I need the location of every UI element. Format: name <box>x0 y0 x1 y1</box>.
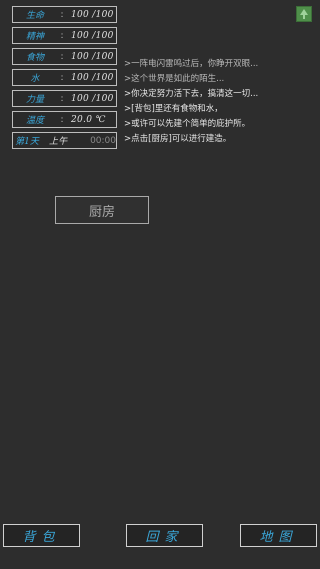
log-line: >点击[厨房]可以进行建造。 <box>124 134 232 144</box>
stat-value: 100 /100 <box>71 9 114 20</box>
stat-health: 生命 : 100 /100 <box>12 6 117 23</box>
stat-label: 水 <box>30 74 40 84</box>
stat-value: 100 /100 <box>71 72 114 83</box>
clock-label: 00:00 <box>90 135 116 146</box>
stat-separator: : <box>60 72 64 83</box>
stat-value: 100 /100 <box>71 51 114 62</box>
stat-value: 100 /100 <box>71 30 114 41</box>
stat-label: 食物 <box>25 53 44 63</box>
stat-strength: 力量 : 100 /100 <box>12 90 117 107</box>
stat-label: 精神 <box>25 32 44 42</box>
map-button[interactable]: 地图 <box>240 524 317 547</box>
menu-icon[interactable] <box>296 6 312 22</box>
stat-time: 第1天 上午 00:00 <box>12 132 117 149</box>
day-label: 第1天 <box>15 137 39 147</box>
stat-separator: : <box>60 30 64 41</box>
log-line: >一阵电闪雷鸣过后，你睁开双眼... <box>124 59 259 69</box>
stat-value: 100 /100 <box>71 93 114 104</box>
stat-separator: : <box>60 51 64 62</box>
stat-separator: : <box>60 114 64 125</box>
kitchen-button[interactable]: 厨房 <box>55 196 149 224</box>
stat-spirit: 精神 : 100 /100 <box>12 27 117 44</box>
stat-separator: : <box>60 9 64 20</box>
stat-food: 食物 : 100 /100 <box>12 48 117 65</box>
home-button[interactable]: 回家 <box>126 524 203 547</box>
log-line: >你决定努力活下去，搞清这一切... <box>124 89 259 99</box>
stat-label: 生命 <box>25 11 44 21</box>
stat-label: 力量 <box>25 95 44 105</box>
message-log: >一阵电闪雷鸣过后，你睁开双眼... >这个世界是如此的陌生... >你决定努力… <box>124 57 314 147</box>
tree-icon <box>300 9 308 19</box>
period-label: 上午 <box>49 137 68 147</box>
stat-value: 20.0 ℃ <box>71 114 106 125</box>
log-line: >这个世界是如此的陌生... <box>124 74 225 84</box>
log-line: >[背包]里还有食物和水， <box>124 104 223 114</box>
log-line: >或许可以先建个简单的庇护所。 <box>124 119 251 129</box>
game-screen: 生命 : 100 /100 精神 : 100 /100 食物 : 100 /10… <box>0 0 320 569</box>
stat-separator: : <box>60 93 64 104</box>
bag-button[interactable]: 背包 <box>3 524 80 547</box>
stat-temperature: 温度 : 20.0 ℃ <box>12 111 117 128</box>
stat-label: 温度 <box>25 116 44 126</box>
stat-water: 水 : 100 /100 <box>12 69 117 86</box>
